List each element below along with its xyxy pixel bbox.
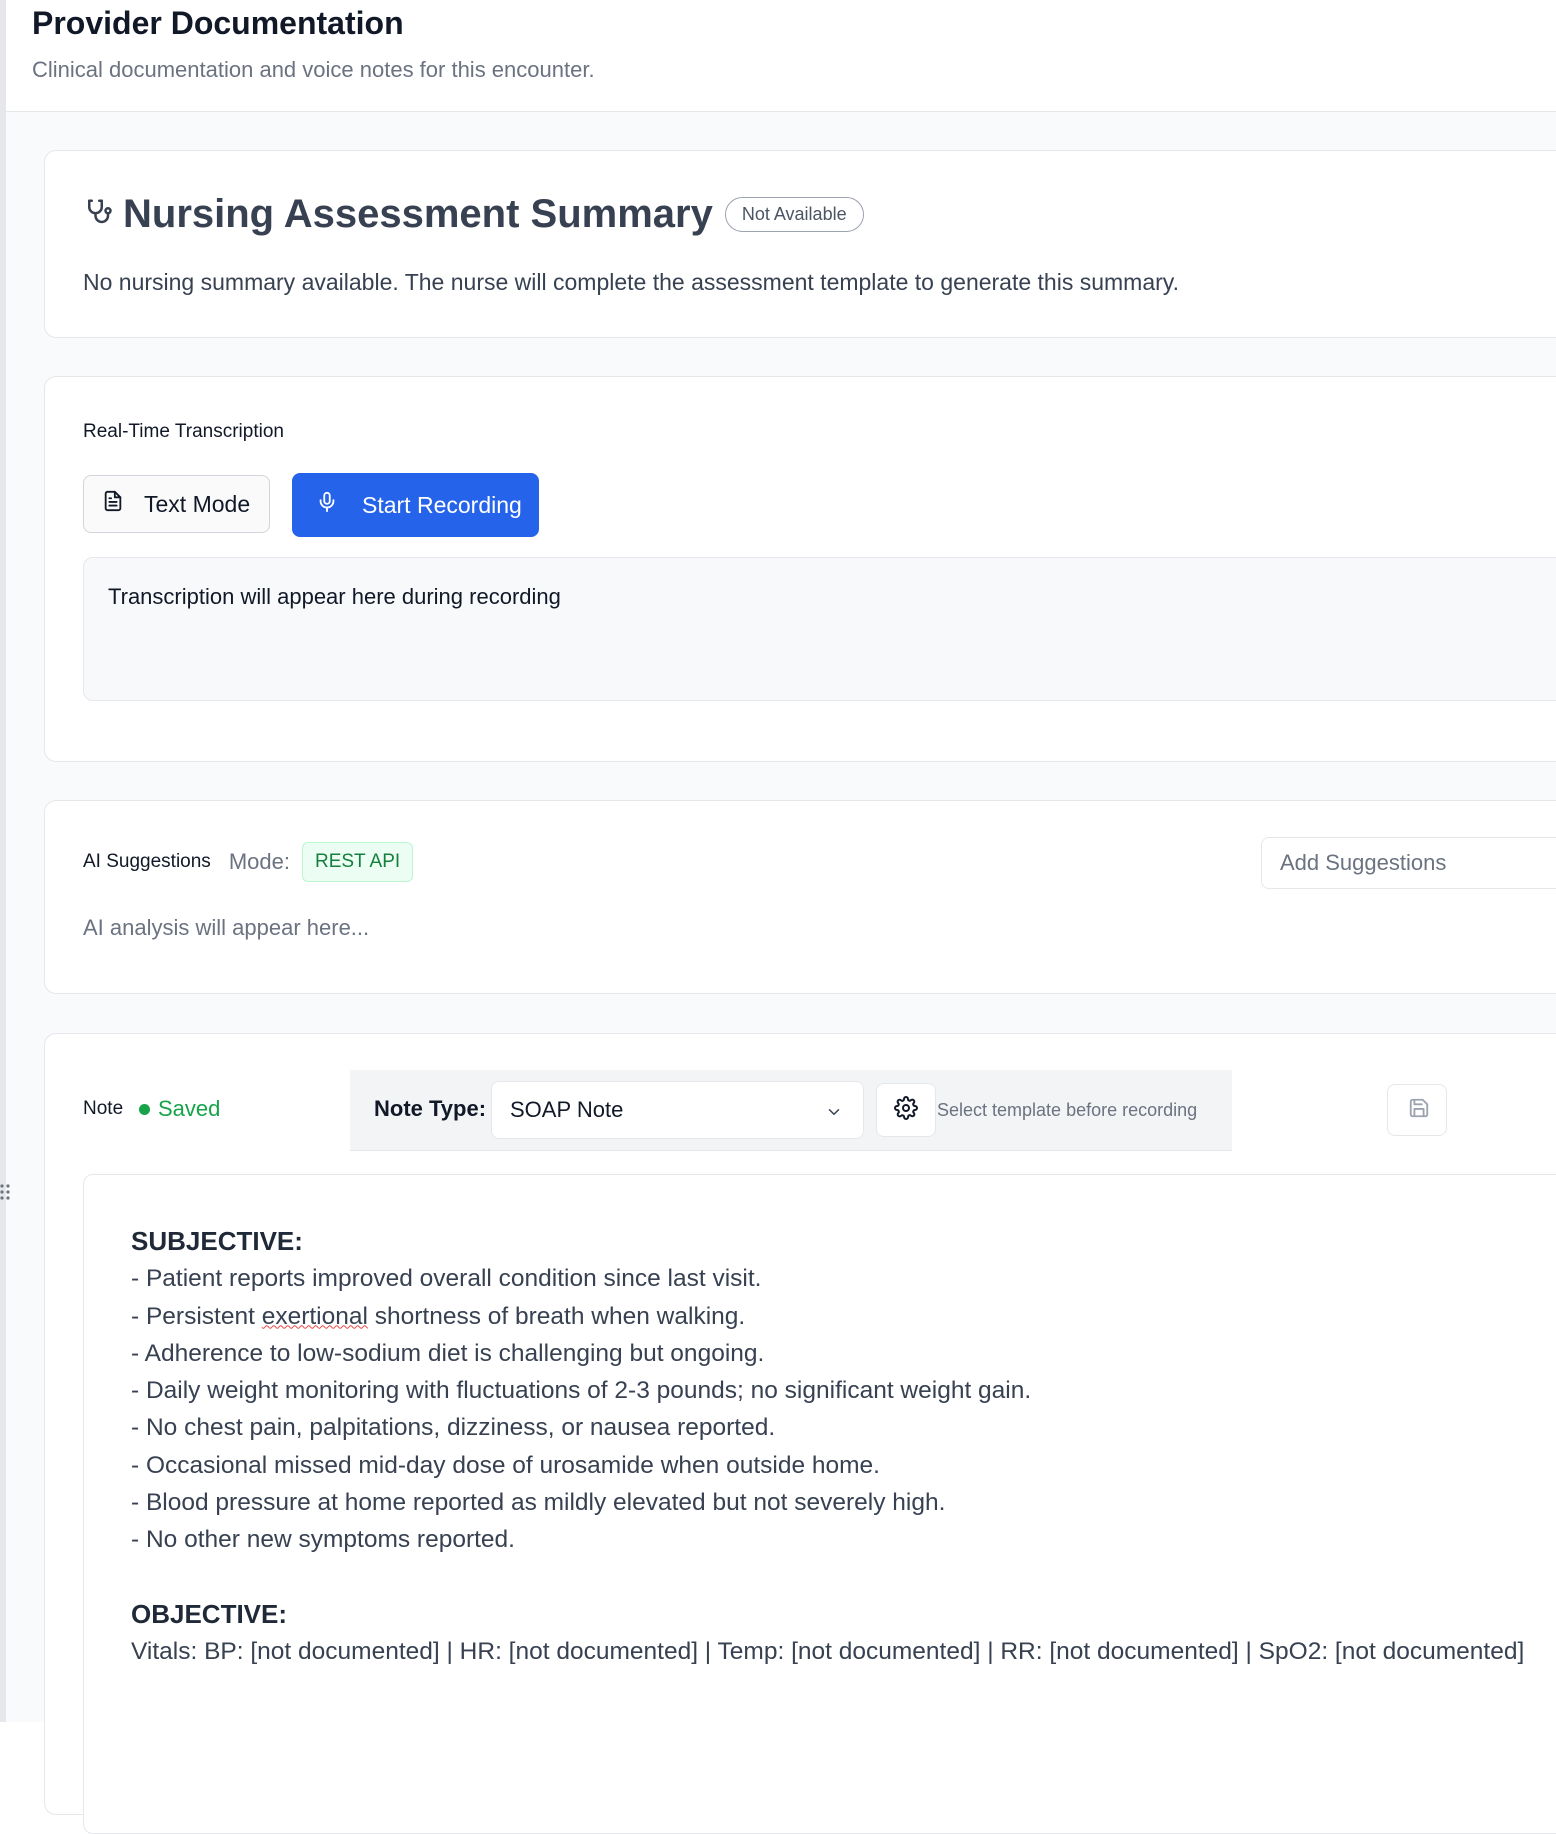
page-header: Provider Documentation Clinical document… bbox=[6, 0, 1556, 112]
nursing-summary-card: Nursing Assessment Summary Not Available… bbox=[44, 150, 1556, 338]
note-type-value: SOAP Note bbox=[510, 1097, 624, 1122]
vitals-line: Vitals: BP: [not documented] | HR: [not … bbox=[131, 1638, 1525, 1666]
drag-handle-icon[interactable] bbox=[0, 1183, 10, 1206]
add-suggestions-button[interactable]: Add Suggestions bbox=[1261, 837, 1556, 889]
template-settings-button[interactable] bbox=[876, 1083, 936, 1137]
start-recording-button[interactable]: Start Recording bbox=[292, 473, 539, 537]
subjective-heading: SUBJECTIVE: bbox=[131, 1226, 303, 1256]
note-label: Note bbox=[83, 1098, 124, 1119]
note-line: - Blood pressure at home reported as mil… bbox=[131, 1489, 946, 1517]
note-content: SUBJECTIVE: - Patient reports improved o… bbox=[131, 1223, 1524, 1671]
chevron-down-icon bbox=[825, 1101, 843, 1127]
transcription-area[interactable]: Transcription will appear here during re… bbox=[83, 557, 1556, 701]
main-content: Nursing Assessment Summary Not Available… bbox=[6, 112, 1556, 1834]
spellcheck-word: exertional bbox=[261, 1302, 368, 1330]
transcription-label: Real-Time Transcription bbox=[83, 421, 284, 442]
note-type-toolbar: Note Type: SOAP Note Select template bef… bbox=[350, 1070, 1232, 1151]
nursing-summary-title: Nursing Assessment Summary bbox=[123, 191, 713, 236]
note-line: - Patient reports improved overall condi… bbox=[131, 1265, 762, 1293]
saved-dot-icon bbox=[139, 1103, 150, 1115]
status-badge: Not Available bbox=[724, 196, 864, 232]
page-title: Provider Documentation bbox=[32, 5, 404, 41]
ai-suggestions-header: AI Suggestions Mode: REST API bbox=[83, 842, 414, 882]
saved-status: Saved bbox=[139, 1096, 220, 1122]
gear-icon bbox=[894, 1095, 918, 1125]
note-type-label: Note Type: bbox=[374, 1096, 487, 1121]
nursing-summary-header: Nursing Assessment Summary Not Available bbox=[83, 189, 864, 239]
note-line: - Occasional missed mid-day dose of uros… bbox=[131, 1451, 880, 1479]
stethoscope-icon bbox=[83, 197, 113, 232]
nursing-summary-text: No nursing summary available. The nurse … bbox=[83, 269, 1179, 295]
ai-mode-label: Mode: bbox=[228, 849, 290, 874]
saved-status-label: Saved bbox=[158, 1096, 221, 1121]
page-subtitle: Clinical documentation and voice notes f… bbox=[32, 57, 595, 82]
note-type-select[interactable]: SOAP Note bbox=[491, 1081, 864, 1139]
note-line: - Daily weight monitoring with fluctuati… bbox=[131, 1377, 1032, 1405]
save-note-button[interactable] bbox=[1387, 1084, 1447, 1136]
note-editor[interactable]: SUBJECTIVE: - Patient reports improved o… bbox=[83, 1174, 1556, 1834]
template-hint: Select template before recording bbox=[937, 1100, 1198, 1120]
note-line: - Persistent exertional shortness of bre… bbox=[131, 1302, 746, 1330]
microphone-icon bbox=[316, 489, 338, 521]
objective-heading: OBJECTIVE: bbox=[131, 1598, 288, 1629]
save-icon bbox=[1408, 1097, 1430, 1124]
text-mode-button[interactable]: Text Mode bbox=[83, 475, 270, 533]
note-card: Note Saved Note Type: SOAP Note Select t… bbox=[44, 1033, 1556, 1834]
note-line: - No chest pain, palpitations, dizziness… bbox=[131, 1414, 776, 1442]
note-line: - No other new symptoms reported. bbox=[131, 1526, 515, 1554]
ai-mode-badge: REST API bbox=[301, 842, 414, 882]
ai-suggestions-label: AI Suggestions bbox=[83, 851, 211, 872]
ai-suggestions-card: AI Suggestions Mode: REST API Add Sugges… bbox=[44, 800, 1556, 994]
text-mode-label: Text Mode bbox=[144, 490, 251, 517]
note-line: - Adherence to low-sodium diet is challe… bbox=[131, 1339, 765, 1367]
start-recording-label: Start Recording bbox=[362, 491, 522, 518]
transcription-card: Real-Time Transcription Text Mode Start … bbox=[44, 376, 1556, 762]
document-icon bbox=[102, 489, 124, 519]
ai-analysis-placeholder: AI analysis will appear here... bbox=[83, 915, 370, 940]
